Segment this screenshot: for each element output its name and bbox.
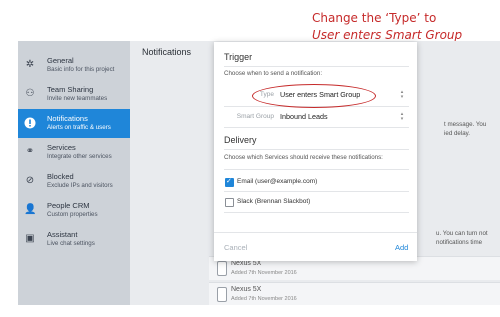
smart-group-select[interactable]: Smart Group Inbound Leads ▴ ▾ — [214, 110, 417, 124]
link-icon: ⚭ — [25, 146, 35, 157]
gear-icon: ✲ — [25, 59, 35, 70]
device-added: Added 7th November 2016 — [231, 296, 297, 302]
chat-icon: ▣ — [25, 233, 35, 244]
phone-icon — [217, 287, 227, 302]
background-text: notifications time — [436, 239, 483, 246]
select-arrows-icon: ▴ ▾ — [400, 111, 404, 122]
new-notification-dialog: Trigger Choose when to send a notificati… — [214, 42, 417, 261]
sidebar-item-title: General — [47, 56, 74, 65]
sidebar-item-title: Team Sharing — [47, 85, 94, 94]
sidebar-item-subtitle: Custom properties — [47, 211, 98, 218]
alert-icon — [24, 117, 36, 129]
email-service-label: Email (user@example.com) — [237, 178, 318, 185]
background-text: t message. You — [444, 121, 487, 128]
sidebar-item-title: People CRM — [47, 201, 90, 210]
phone-icon — [217, 261, 227, 276]
divider — [224, 149, 409, 150]
divider — [224, 127, 409, 128]
select-arrows-icon: ▴ ▾ — [400, 89, 404, 100]
background-text: ied delay. — [444, 130, 471, 137]
sidebar-item-subtitle: Live chat settings — [47, 240, 95, 247]
divider — [224, 212, 409, 213]
divider — [224, 66, 409, 67]
slack-service-label: Slack (Brennan Slackbot) — [237, 198, 311, 205]
sidebar-item-subtitle: Invite new teammates — [47, 95, 108, 102]
page-title: Notifications — [142, 47, 192, 57]
device-row: Nexus 5X Added 7th November 2016 — [209, 282, 500, 305]
slack-checkbox[interactable] — [225, 198, 234, 207]
team-icon: ⚇ — [25, 88, 35, 99]
sidebar-item-subtitle: Basic info for this project — [47, 66, 115, 73]
sidebar-item-people-crm[interactable]: 👤 People CRM Custom properties — [18, 196, 130, 225]
sidebar: ✲ General Basic info for this project ⚇ … — [18, 41, 130, 305]
sidebar-item-title: Assistant — [47, 230, 78, 239]
sidebar-item-title: Blocked — [47, 172, 74, 181]
footer-divider — [214, 232, 417, 233]
device-name: Nexus 5X — [231, 286, 262, 293]
sidebar-item-notifications[interactable]: Notifications Alerts on traffic & users — [18, 109, 130, 138]
sidebar-item-subtitle: Exclude IPs and visitors — [47, 182, 113, 189]
smart-group-value: Inbound Leads — [280, 112, 328, 121]
delivery-heading: Delivery — [224, 135, 257, 145]
email-checkbox[interactable] — [225, 177, 234, 187]
sidebar-item-title: Notifications — [47, 114, 88, 123]
sidebar-item-title: Services — [47, 143, 76, 152]
cancel-button[interactable]: Cancel — [224, 243, 247, 252]
trigger-heading: Trigger — [224, 52, 253, 62]
annotation-line-2: User enters Smart Group — [312, 28, 463, 42]
divider — [224, 169, 409, 170]
delivery-description: Choose which Services should receive the… — [224, 154, 383, 161]
trigger-description: Choose when to send a notification: — [224, 70, 323, 77]
background-text: u. You can turn not — [436, 230, 488, 237]
add-button[interactable]: Add — [395, 243, 408, 252]
device-name: Nexus 5X — [231, 260, 262, 267]
annotation-line-1: Change the ‘Type’ to — [312, 11, 437, 25]
person-icon: 👤 — [24, 204, 37, 215]
sidebar-item-services[interactable]: ⚭ Services Integrate other services — [18, 138, 130, 167]
annotation-highlight-oval — [252, 84, 376, 108]
sidebar-item-subtitle: Alerts on traffic & users — [47, 124, 111, 131]
sidebar-item-subtitle: Integrate other services — [47, 153, 112, 160]
divider — [224, 191, 409, 192]
sidebar-item-assistant[interactable]: ▣ Assistant Live chat settings — [18, 225, 130, 254]
blocked-icon: ⊘ — [25, 175, 35, 186]
sidebar-item-team-sharing[interactable]: ⚇ Team Sharing Invite new teammates — [18, 80, 130, 109]
sidebar-item-general[interactable]: ✲ General Basic info for this project — [18, 51, 130, 80]
sidebar-item-blocked[interactable]: ⊘ Blocked Exclude IPs and visitors — [18, 167, 130, 196]
device-added: Added 7th November 2016 — [231, 270, 297, 276]
smart-group-label: Smart Group — [236, 113, 274, 120]
